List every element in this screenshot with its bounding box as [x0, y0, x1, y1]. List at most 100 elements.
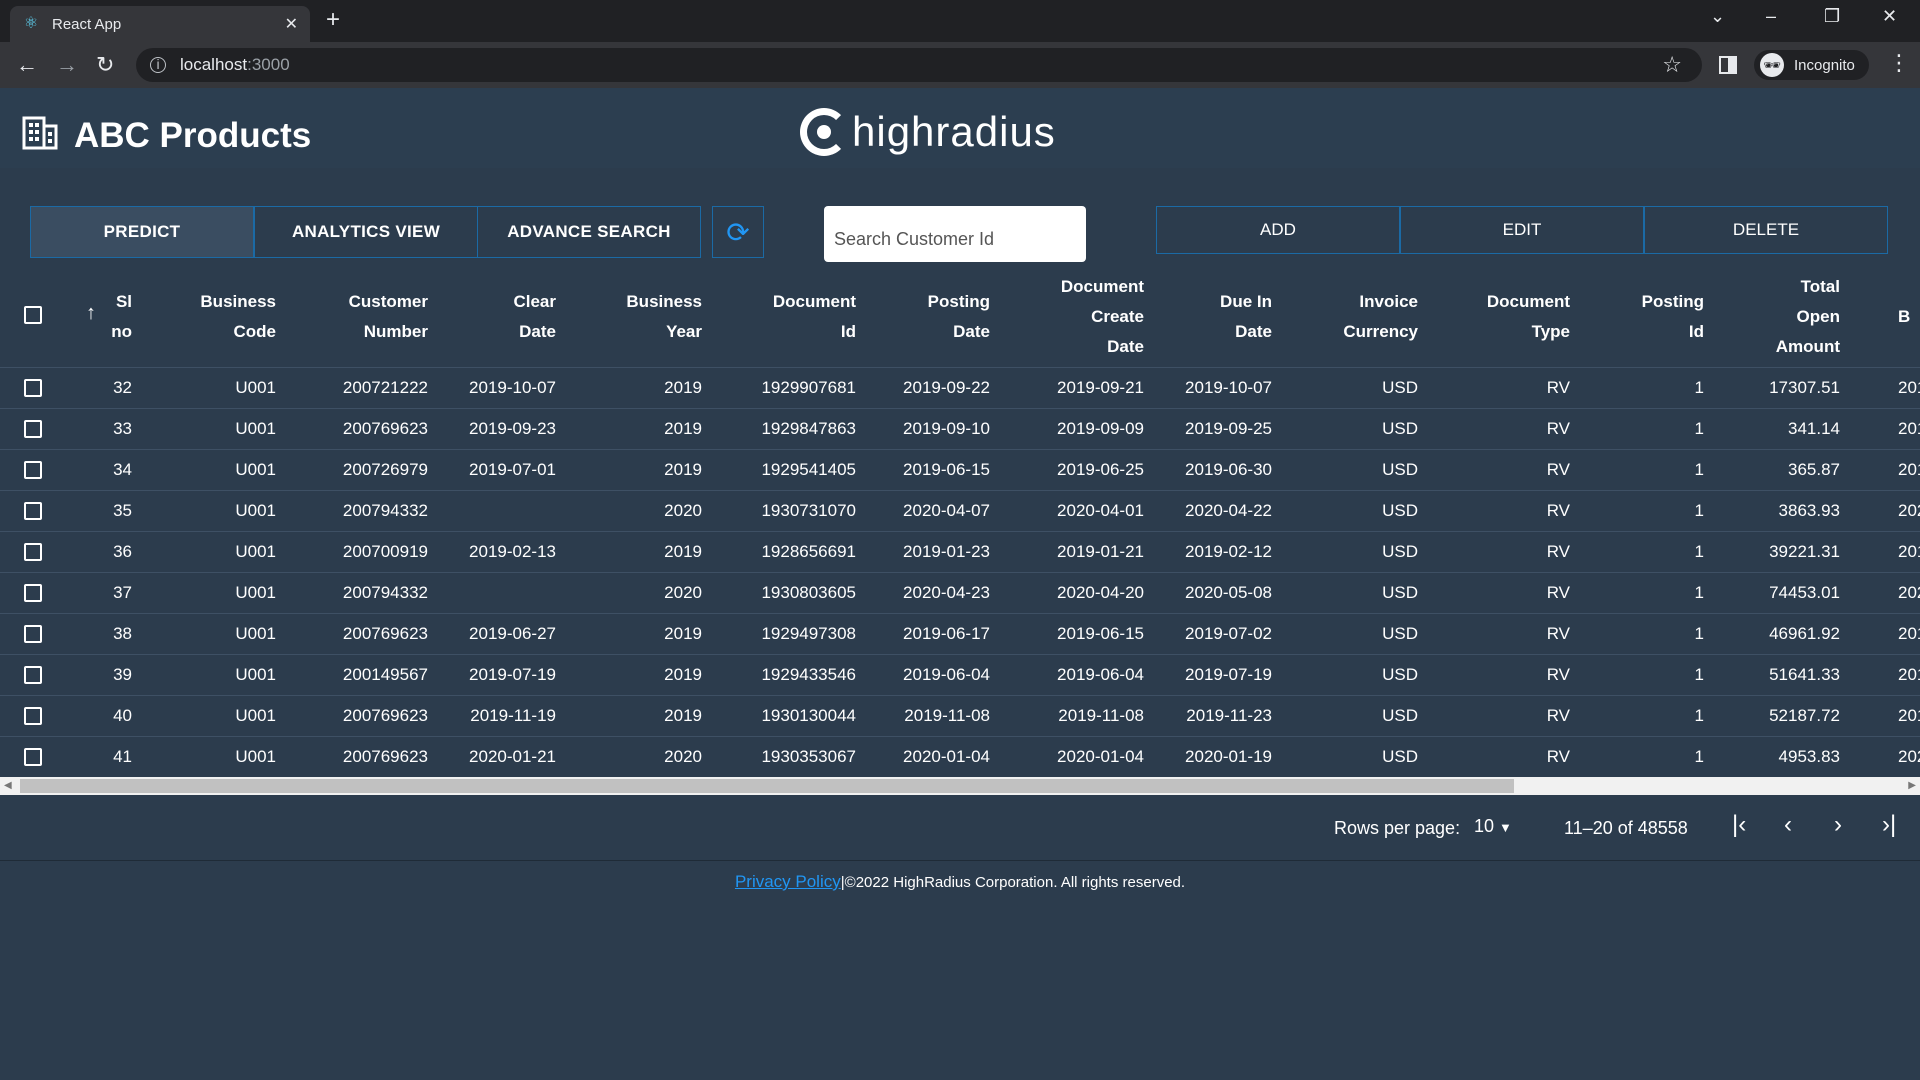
table-cell: 2019-07-01 — [469, 460, 556, 479]
row-checkbox[interactable] — [24, 379, 42, 397]
forward-icon[interactable]: → — [56, 52, 78, 78]
close-window-icon[interactable]: ✕ — [1882, 6, 1897, 27]
search-customer-input[interactable] — [824, 206, 1086, 262]
table-cell: 17307.51 — [1769, 378, 1840, 397]
table-row[interactable]: 39 U001 200149567 2019-07-19 2019 1929433546 2… — [0, 655, 1920, 696]
table-row[interactable]: 32 U001 200721222 2019-10-07 2019 1929907681 2… — [0, 368, 1920, 409]
advance-search-button[interactable]: ADVANCE SEARCH — [477, 206, 701, 258]
column-header[interactable]: Business Code — [200, 287, 276, 347]
row-checkbox[interactable] — [24, 584, 42, 602]
privacy-policy-link[interactable]: Privacy Policy — [735, 872, 841, 891]
row-checkbox[interactable] — [24, 625, 42, 643]
add-button[interactable]: ADD — [1156, 206, 1400, 254]
row-checkbox[interactable] — [24, 502, 42, 520]
scrollbar-thumb[interactable] — [20, 779, 1514, 793]
table-row[interactable]: 35 U001 200794332 2020 1930731070 2020-04-07 2… — [0, 491, 1920, 532]
table-cell: U001 — [235, 706, 276, 725]
table-cell: 2019-02-13 — [469, 542, 556, 561]
column-header[interactable]: Document Id — [773, 287, 856, 347]
table-row[interactable]: 36 U001 200700919 2019-02-13 2019 1928656691 2… — [0, 532, 1920, 573]
column-header[interactable]: Invoice Currency — [1343, 287, 1418, 347]
table-cell: 200769623 — [342, 706, 428, 725]
row-checkbox[interactable] — [24, 748, 42, 766]
table-cell: 1 — [1694, 419, 1704, 438]
table-cell: 1930731070 — [761, 501, 856, 520]
predict-button[interactable]: PREDICT — [30, 206, 254, 258]
minimize-icon[interactable]: – — [1766, 6, 1776, 27]
first-page-icon[interactable]: |‹ — [1732, 811, 1746, 839]
edit-button[interactable]: EDIT — [1400, 206, 1644, 254]
table-cell: 1 — [1694, 378, 1704, 397]
column-header[interactable]: Sl no — [111, 287, 132, 347]
last-page-icon[interactable]: ›| — [1882, 811, 1896, 839]
refresh-button[interactable]: ⟳ — [712, 206, 764, 258]
column-header[interactable]: Document Type — [1487, 287, 1570, 347]
table-cell: 2019-11-08 — [904, 706, 990, 725]
table-row[interactable]: 37 U001 200794332 2020 1930803605 2020-04-23 2… — [0, 573, 1920, 614]
table-cell: 200700919 — [342, 542, 428, 561]
rows-per-page-select[interactable]: 10 ▼ — [1474, 816, 1512, 837]
table-cell: 2019-06-30 — [1185, 460, 1272, 479]
table-row[interactable]: 33 U001 200769623 2019-09-23 2019 1929847863 2… — [0, 409, 1920, 450]
table-cell: 1929433546 — [761, 665, 856, 684]
column-header[interactable]: Posting Id — [1642, 287, 1704, 347]
column-header[interactable]: Business Year — [626, 287, 702, 347]
table-cell: 2019-06-15 — [903, 460, 990, 479]
table-cell: 39221.31 — [1769, 542, 1840, 561]
table-cell: U001 — [235, 542, 276, 561]
tab-search-icon[interactable]: ⌄ — [1710, 6, 1725, 27]
column-header[interactable]: Due In Date — [1220, 287, 1272, 347]
table-cell: 2019-01-21 — [1057, 542, 1144, 561]
table-cell: 2019-09-10 — [903, 419, 990, 438]
table-row[interactable]: 41 U001 200769623 2020-01-21 2020 1930353067 2… — [0, 737, 1920, 778]
menu-kebab-icon[interactable]: ⋮ — [1888, 50, 1910, 76]
table-cell: 32 — [113, 378, 132, 397]
table-row[interactable]: 34 U001 200726979 2019-07-01 2019 1929541405 2… — [0, 450, 1920, 491]
horizontal-scrollbar[interactable]: ◀ ▶ — [0, 777, 1920, 795]
row-checkbox[interactable] — [24, 461, 42, 479]
table-cell: U001 — [235, 501, 276, 520]
row-checkbox[interactable] — [24, 543, 42, 561]
close-tab-icon[interactable]: ✕ — [285, 14, 298, 34]
table-cell: 1 — [1694, 624, 1704, 643]
analytics-view-button[interactable]: ANALYTICS VIEW — [254, 206, 478, 258]
reload-icon[interactable]: ↻ — [96, 52, 114, 78]
table-cell: 1 — [1694, 706, 1704, 725]
scroll-left-icon[interactable]: ◀ — [4, 780, 12, 791]
side-panel-icon[interactable] — [1719, 56, 1737, 74]
select-all-checkbox[interactable] — [24, 306, 42, 324]
row-checkbox[interactable] — [24, 420, 42, 438]
restore-icon[interactable]: ❐ — [1824, 6, 1840, 27]
table-cell: 2019-09-25 — [1185, 419, 1272, 438]
table-cell: 4953.83 — [1778, 747, 1840, 766]
back-icon[interactable]: ← — [16, 52, 38, 78]
scroll-right-icon[interactable]: ▶ — [1908, 780, 1916, 791]
table-cell: 38 — [113, 624, 132, 643]
column-header[interactable]: Customer Number — [349, 287, 428, 347]
table-cell: 2019-06-25 — [1057, 460, 1144, 479]
info-icon[interactable]: i — [150, 57, 166, 73]
table-row[interactable]: 38 U001 200769623 2019-06-27 2019 1929497308 2… — [0, 614, 1920, 655]
bookmark-star-icon[interactable]: ☆ — [1662, 52, 1682, 78]
incognito-badge[interactable]: 🕶 Incognito — [1754, 50, 1869, 80]
next-page-icon[interactable]: › — [1834, 811, 1842, 839]
address-bar[interactable]: i localhost:3000 ☆ — [136, 48, 1702, 82]
delete-button[interactable]: DELETE — [1644, 206, 1888, 254]
column-header[interactable]: B — [1898, 302, 1910, 332]
table-cell: 39 — [113, 665, 132, 684]
previous-page-icon[interactable]: ‹ — [1784, 811, 1792, 839]
browser-tab[interactable]: ⚛ React App ✕ — [10, 6, 310, 42]
table-cell: 2019-06-27 — [469, 624, 556, 643]
row-checkbox[interactable] — [24, 666, 42, 684]
column-header[interactable]: Posting Date — [928, 287, 990, 347]
table-cell: 2019-11-23 — [1186, 706, 1272, 725]
table-row[interactable]: 40 U001 200769623 2019-11-19 2019 1930130044 2… — [0, 696, 1920, 737]
new-tab-icon[interactable]: + — [326, 6, 340, 34]
column-header[interactable]: Total Open Amount — [1776, 272, 1840, 362]
column-header[interactable]: Clear Date — [513, 287, 556, 347]
row-checkbox[interactable] — [24, 707, 42, 725]
column-header[interactable]: Document Create Date — [1061, 272, 1144, 362]
table-cell: USD — [1382, 419, 1418, 438]
table-cell: 2019-07-19 — [469, 665, 556, 684]
sort-arrow-icon[interactable]: ↑ — [86, 302, 96, 325]
